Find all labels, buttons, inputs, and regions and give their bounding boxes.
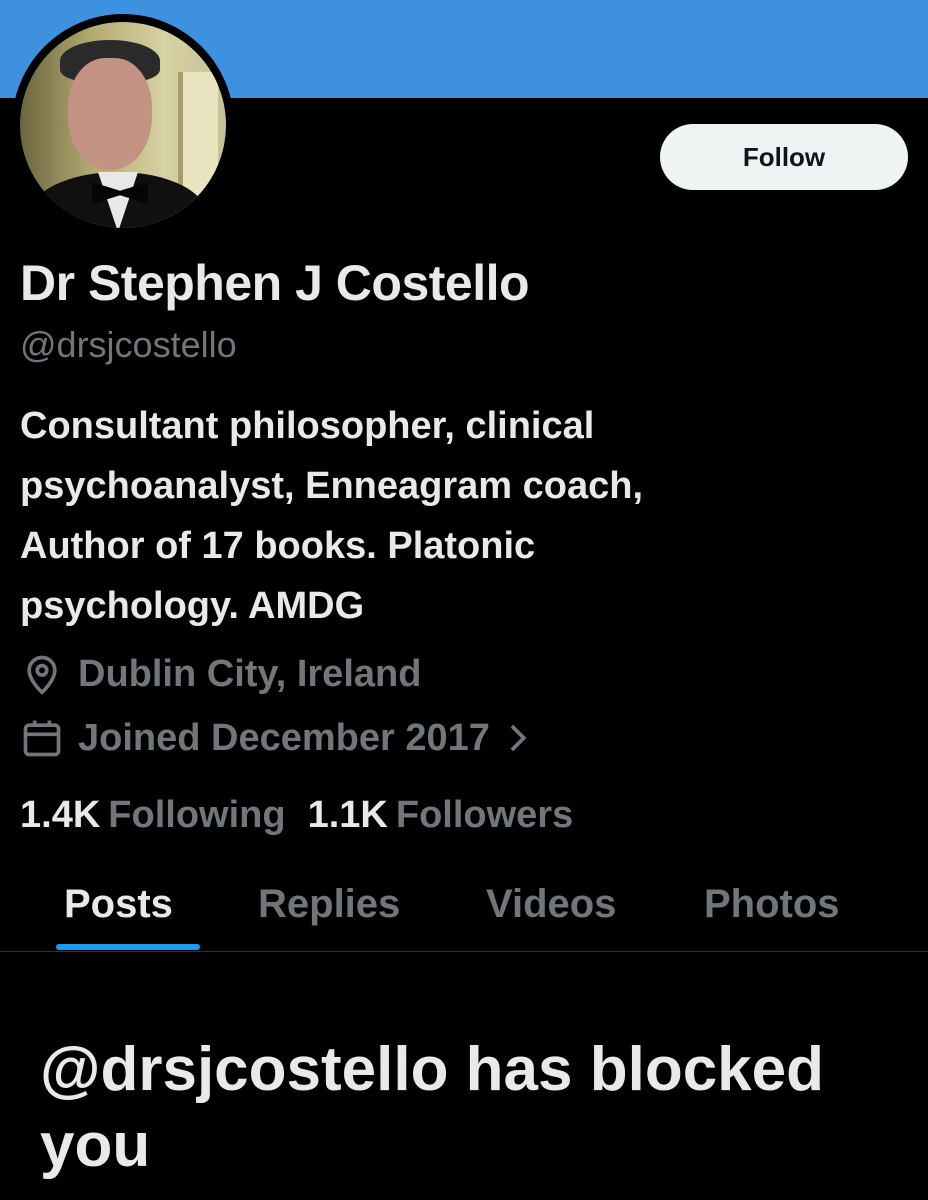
bio-line: Author of 17 books. Platonic	[20, 525, 536, 567]
following-label[interactable]: Following	[108, 794, 285, 837]
bio-line: Consultant philosopher, clinical	[20, 405, 595, 447]
bio-line: psychology. AMDG	[20, 585, 365, 627]
followers-count[interactable]: 1.1K	[308, 794, 388, 837]
joined-row[interactable]: Joined December 2017	[20, 716, 530, 760]
avatar-photo	[20, 22, 226, 228]
tab-videos[interactable]: Videos	[486, 882, 616, 927]
follow-button[interactable]: Follow	[660, 124, 908, 190]
blocked-message: @drsjcostello has blocked you	[40, 1035, 825, 1180]
user-handle: @drsjcostello	[20, 324, 237, 365]
tab-replies[interactable]: Replies	[258, 882, 400, 927]
location-text: Dublin City, Ireland	[78, 652, 422, 695]
active-tab-indicator	[56, 944, 200, 950]
display-name: Dr Stephen J Costello	[20, 255, 530, 311]
following-count[interactable]: 1.4K	[20, 794, 100, 837]
location-row: Dublin City, Ireland	[20, 652, 421, 696]
calendar-icon	[20, 716, 64, 760]
profile-tabs: Posts Replies Videos Photos	[0, 864, 928, 952]
tab-posts[interactable]: Posts	[64, 882, 173, 927]
profile-bio: Consultant philosopher, clinical psychoa…	[20, 396, 900, 636]
followers-label[interactable]: Followers	[396, 794, 573, 837]
follow-stats: 1.4K Following 1.1K Followers	[20, 794, 595, 837]
chevron-right-icon	[504, 721, 530, 755]
joined-text: Joined December 2017	[78, 716, 490, 759]
location-pin-icon	[20, 652, 64, 696]
tab-photos[interactable]: Photos	[704, 882, 840, 927]
profile-avatar[interactable]	[12, 14, 234, 236]
bio-line: psychoanalyst, Enneagram coach,	[20, 465, 644, 507]
